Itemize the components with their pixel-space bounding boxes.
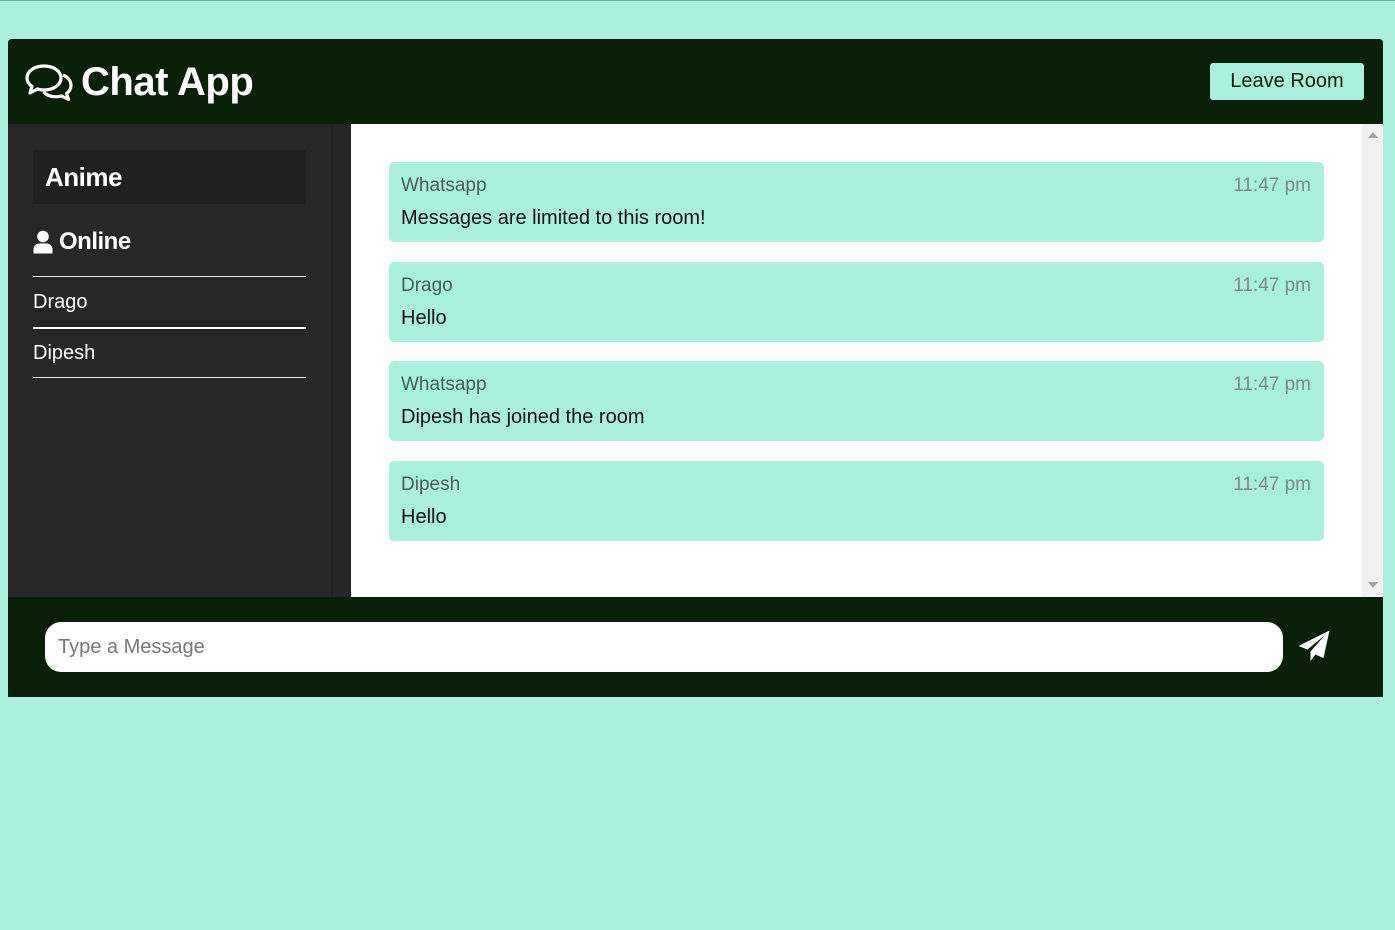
scroll-up-arrow-icon[interactable] — [1368, 132, 1378, 138]
message-author: Whatsapp — [401, 374, 487, 395]
chat-header: Chat App Leave Room — [8, 39, 1383, 124]
user-list-item: Drago — [33, 276, 306, 327]
online-users-list: Drago Dipesh — [33, 276, 306, 378]
message-author: Drago — [401, 274, 453, 296]
user-list-item: Dipesh — [33, 327, 306, 378]
message-time: 11:47 pm — [1233, 175, 1311, 196]
message-text: Hello — [401, 505, 447, 528]
message-bubble: Dipesh 11:47 pm Hello — [389, 460, 1324, 541]
app-logo: Chat App — [25, 59, 254, 105]
message-time: 11:47 pm — [1233, 374, 1311, 395]
chat-messages-panel[interactable]: Whatsapp 11:47 pm Messages are limited t… — [351, 124, 1383, 597]
online-heading: Online — [33, 228, 131, 256]
room-name: Anime — [33, 150, 306, 204]
message-time: 11:47 pm — [1233, 274, 1311, 296]
user-icon — [33, 230, 53, 254]
sidebar-divider — [331, 124, 351, 597]
message-text: Dipesh has joined the room — [401, 406, 645, 428]
paper-plane-icon — [1298, 630, 1330, 661]
message-bubble: Whatsapp 11:47 pm Dipesh has joined the … — [389, 361, 1324, 441]
message-input[interactable] — [45, 622, 1283, 672]
app-title: Chat App — [81, 59, 254, 104]
scroll-down-arrow-icon[interactable] — [1368, 582, 1378, 588]
message-bubble: Drago 11:47 pm Hello — [389, 261, 1324, 342]
message-text: Messages are limited to this room! — [401, 207, 706, 229]
message-list: Whatsapp 11:47 pm Messages are limited t… — [389, 162, 1324, 560]
comments-icon — [25, 64, 73, 102]
chat-app-container: Chat App Leave Room Anime Online Drago D… — [8, 39, 1383, 697]
message-composer — [8, 597, 1383, 697]
message-author: Dipesh — [401, 473, 461, 495]
message-bubble: Whatsapp 11:47 pm Messages are limited t… — [389, 162, 1324, 242]
message-author: Whatsapp — [401, 175, 487, 196]
online-label: Online — [59, 228, 131, 255]
leave-room-button[interactable]: Leave Room — [1210, 63, 1364, 100]
send-button[interactable] — [1296, 629, 1332, 665]
messages-scrollbar[interactable] — [1362, 124, 1383, 597]
message-time: 11:47 pm — [1233, 473, 1311, 495]
message-text: Hello — [401, 306, 447, 329]
sidebar: Anime Online Drago Dipesh — [8, 124, 331, 597]
top-border — [0, 0, 1395, 1]
